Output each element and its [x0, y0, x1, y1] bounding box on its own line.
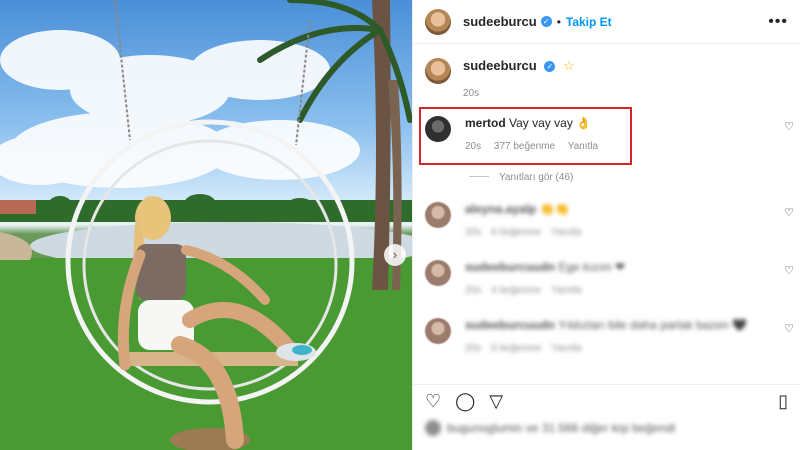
author-username[interactable]: sudeeburcu — [463, 14, 537, 29]
post-image: › — [0, 0, 412, 450]
commenter-avatar[interactable] — [425, 260, 451, 286]
comment-likes[interactable]: 6 beğenme — [491, 227, 541, 238]
post-header: sudeeburcu ✓ • Takip Et ••• — [413, 0, 800, 44]
comments-panel: sudeeburcu ✓ • Takip Et ••• sudeeburcu ✓… — [412, 0, 800, 450]
reply-button[interactable]: Yanıtla — [551, 227, 581, 238]
like-heart-icon[interactable]: ♡ — [425, 391, 441, 412]
comment-item: sudeeburcuudn Yıldızları bile daha parla… — [413, 318, 800, 354]
view-replies-label: Yanıtları gör (46) — [499, 172, 574, 183]
author-avatar[interactable] — [425, 8, 451, 35]
bookmark-icon[interactable]: ▯ — [778, 391, 788, 412]
highlight-box — [419, 107, 632, 165]
caption-username[interactable]: sudeeburcu — [463, 58, 537, 73]
caption-avatar[interactable] — [425, 58, 451, 84]
reply-button[interactable]: Yanıtla — [551, 343, 581, 354]
more-options-icon[interactable]: ••• — [768, 13, 788, 31]
comment-bubble-icon[interactable]: ◯ — [455, 391, 475, 412]
star-emoji: ☆ — [562, 58, 575, 73]
next-image-arrow-icon[interactable]: › — [384, 244, 406, 266]
reply-button[interactable]: Yanıtla — [551, 285, 581, 296]
comment-time: 20s — [465, 227, 482, 238]
comment-text: Ege kızım ❤ — [558, 260, 626, 274]
commenter-username[interactable]: sudeeburcuudn — [465, 260, 555, 274]
header-separator: • — [556, 14, 561, 29]
comment-like-heart-icon[interactable]: ♡ — [784, 206, 794, 219]
commenter-avatar[interactable] — [425, 318, 451, 344]
comment-time: 20s — [465, 343, 482, 354]
caption-time: 20s — [463, 88, 480, 99]
comment-likes[interactable]: 4 beğenme — [491, 285, 541, 296]
comment-likes[interactable]: 6 beğenme — [491, 343, 541, 354]
likes-summary[interactable]: bugunoglumin ve 31.566 diğer kişi beğend… — [425, 420, 800, 436]
caption: sudeeburcu ✓ ☆ 20s — [413, 50, 800, 107]
action-bar: ♡ ◯ ▽ ▯ — [413, 384, 800, 418]
view-replies-link[interactable]: Yanıtları gör (46) — [469, 172, 573, 183]
comment-text: 👏👏 — [539, 202, 570, 216]
verified-badge-icon: ✓ — [540, 16, 552, 27]
comment-item: sudeeburcuudn Ege kızım ❤ 20s 4 beğenme Ya… — [413, 260, 800, 296]
replies-line — [469, 176, 489, 177]
comment-like-heart-icon[interactable]: ♡ — [784, 264, 794, 277]
share-send-icon[interactable]: ▽ — [489, 391, 503, 412]
caption-verified-badge-icon: ✓ — [544, 61, 556, 72]
comments-list: sudeeburcu ✓ ☆ 20s — [413, 50, 800, 107]
post-photo-illustration — [0, 0, 412, 450]
comment-like-heart-icon[interactable]: ♡ — [784, 322, 794, 335]
commenter-avatar[interactable] — [425, 202, 451, 228]
liker-avatar — [425, 420, 441, 436]
comment-like-heart-icon[interactable]: ♡ — [784, 120, 794, 133]
follow-button[interactable]: Takip Et — [566, 15, 612, 29]
commenter-username[interactable]: aleyna.ayalp — [465, 202, 536, 216]
commenter-username[interactable]: sudeeburcuudn — [465, 318, 555, 332]
comment-item: aleyna.ayalp 👏👏 20s 6 beğenme Yanıtla ♡ — [413, 202, 800, 238]
comment-time: 20s — [465, 285, 482, 296]
comment-text: Yıldızları bile daha parlak bazen 🖤 — [558, 318, 748, 332]
likes-summary-text: bugunoglumin ve 31.566 diğer kişi beğend… — [447, 421, 676, 435]
